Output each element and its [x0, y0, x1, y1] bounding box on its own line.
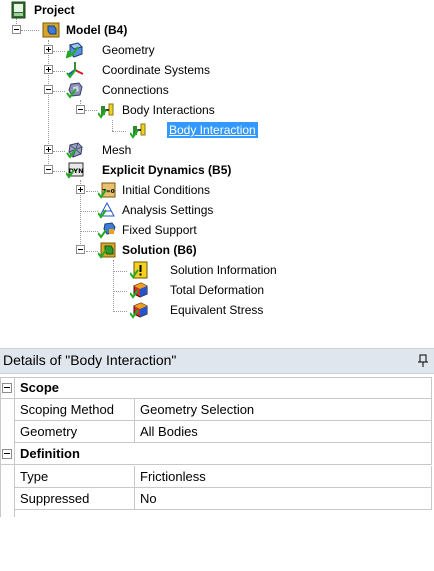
project-icon [11, 1, 26, 19]
expand-toggle[interactable] [44, 65, 53, 74]
property-name: Type [15, 466, 135, 488]
collapse-toggle[interactable] [12, 25, 21, 34]
geometry-icon [66, 42, 83, 59]
tree-label: Body Interactions [122, 103, 215, 117]
tree-node-body-interactions[interactable]: Body Interactions [0, 100, 434, 120]
equivalent-stress-icon [130, 302, 148, 319]
section-label: Definition [15, 443, 432, 465]
section-toggle[interactable] [0, 377, 14, 399]
collapse-toggle[interactable] [76, 105, 85, 114]
collapse-toggle[interactable] [76, 245, 85, 254]
details-row-type[interactable]: Type Frictionless [0, 466, 432, 488]
tree-label: Analysis Settings [122, 203, 214, 217]
collapse-toggle[interactable] [44, 85, 53, 94]
property-value[interactable]: No [135, 488, 432, 510]
tree-label: Initial Conditions [122, 183, 211, 197]
tree-node-mesh[interactable]: Mesh [0, 140, 434, 160]
tree-label: Mesh [102, 143, 132, 157]
section-toggle[interactable] [0, 443, 14, 465]
tree-node-solution[interactable]: Solution (B6) [0, 240, 434, 260]
tree-label: Explicit Dynamics (B5) [102, 163, 232, 177]
outline-tree: Project Model (B4) Geometry Coordinate S… [0, 0, 434, 345]
collapse-toggle[interactable] [44, 165, 53, 174]
tree-label: Model (B4) [66, 23, 128, 37]
details-row-geometry[interactable]: Geometry All Bodies [0, 421, 432, 443]
solution-icon [98, 242, 116, 259]
coordinate-system-icon [66, 62, 84, 79]
tree-label: Geometry [102, 43, 155, 57]
section-scope[interactable]: Scope [0, 377, 432, 399]
pin-icon[interactable] [418, 354, 428, 368]
property-value[interactable]: Geometry Selection [135, 399, 432, 421]
property-value[interactable]: Frictionless [135, 466, 432, 488]
tree-label: Fixed Support [122, 223, 197, 237]
tree-node-initial-conditions[interactable]: T=0 Initial Conditions [0, 180, 434, 200]
total-deformation-icon [130, 282, 148, 299]
tree-node-solution-information[interactable]: Solution Information [0, 260, 434, 280]
details-panel-header: Details of "Body Interaction" [0, 348, 434, 374]
tree-label: Solution Information [170, 263, 277, 277]
property-name: Suppressed [15, 488, 135, 510]
tree-node-explicit-dynamics[interactable]: DYN Explicit Dynamics (B5) [0, 160, 434, 180]
connections-icon [66, 82, 83, 99]
tree-label: Equivalent Stress [170, 303, 264, 317]
tree-node-fixed-support[interactable]: Fixed Support [0, 220, 434, 240]
tree-label-selected: Body Interaction [167, 122, 258, 138]
expand-toggle[interactable] [44, 145, 53, 154]
details-title: Details of "Body Interaction" [3, 352, 177, 368]
property-name: Scoping Method [15, 399, 135, 421]
tree-label: Connections [102, 83, 169, 97]
mesh-icon [66, 142, 83, 159]
tree-label: Total Deformation [170, 283, 265, 297]
collapse-icon[interactable] [2, 383, 12, 393]
model-icon [42, 22, 60, 38]
tree-node-analysis-settings[interactable]: Analysis Settings [0, 200, 434, 220]
tree-node-geometry[interactable]: Geometry [0, 40, 434, 60]
analysis-settings-icon [98, 201, 115, 219]
tree-node-body-interaction[interactable]: Body Interaction [0, 120, 434, 140]
fixed-support-icon [98, 222, 116, 239]
tree-node-model[interactable]: Model (B4) [0, 20, 434, 40]
details-row-suppressed[interactable]: Suppressed No [0, 488, 432, 510]
tree-line [85, 110, 97, 111]
tree-node-total-deformation[interactable]: Total Deformation [0, 280, 434, 300]
property-name: Geometry [15, 421, 135, 443]
initial-conditions-icon: T=0 [98, 182, 116, 199]
body-interaction-icon [130, 123, 146, 139]
property-value[interactable]: All Bodies [135, 421, 432, 443]
body-interactions-icon [98, 103, 114, 119]
tree-node-equivalent-stress[interactable]: Equivalent Stress [0, 300, 434, 320]
section-definition[interactable]: Definition [0, 443, 432, 465]
tree-label: Solution (B6) [122, 243, 197, 257]
expand-toggle[interactable] [76, 185, 85, 194]
tree-node-coordinate-systems[interactable]: Coordinate Systems [0, 60, 434, 80]
section-label: Scope [15, 377, 432, 399]
expand-toggle[interactable] [44, 45, 53, 54]
solution-information-icon [130, 261, 148, 279]
collapse-icon[interactable] [2, 449, 12, 459]
tree-node-connections[interactable]: Connections [0, 80, 434, 100]
details-row-scoping-method[interactable]: Scoping Method Geometry Selection [0, 399, 432, 421]
tree-label: Project [34, 3, 75, 17]
tree-node-project[interactable]: Project [0, 0, 434, 20]
tree-label: Coordinate Systems [102, 63, 211, 77]
dyn-icon: DYN [66, 162, 84, 179]
tree-line [21, 30, 39, 31]
